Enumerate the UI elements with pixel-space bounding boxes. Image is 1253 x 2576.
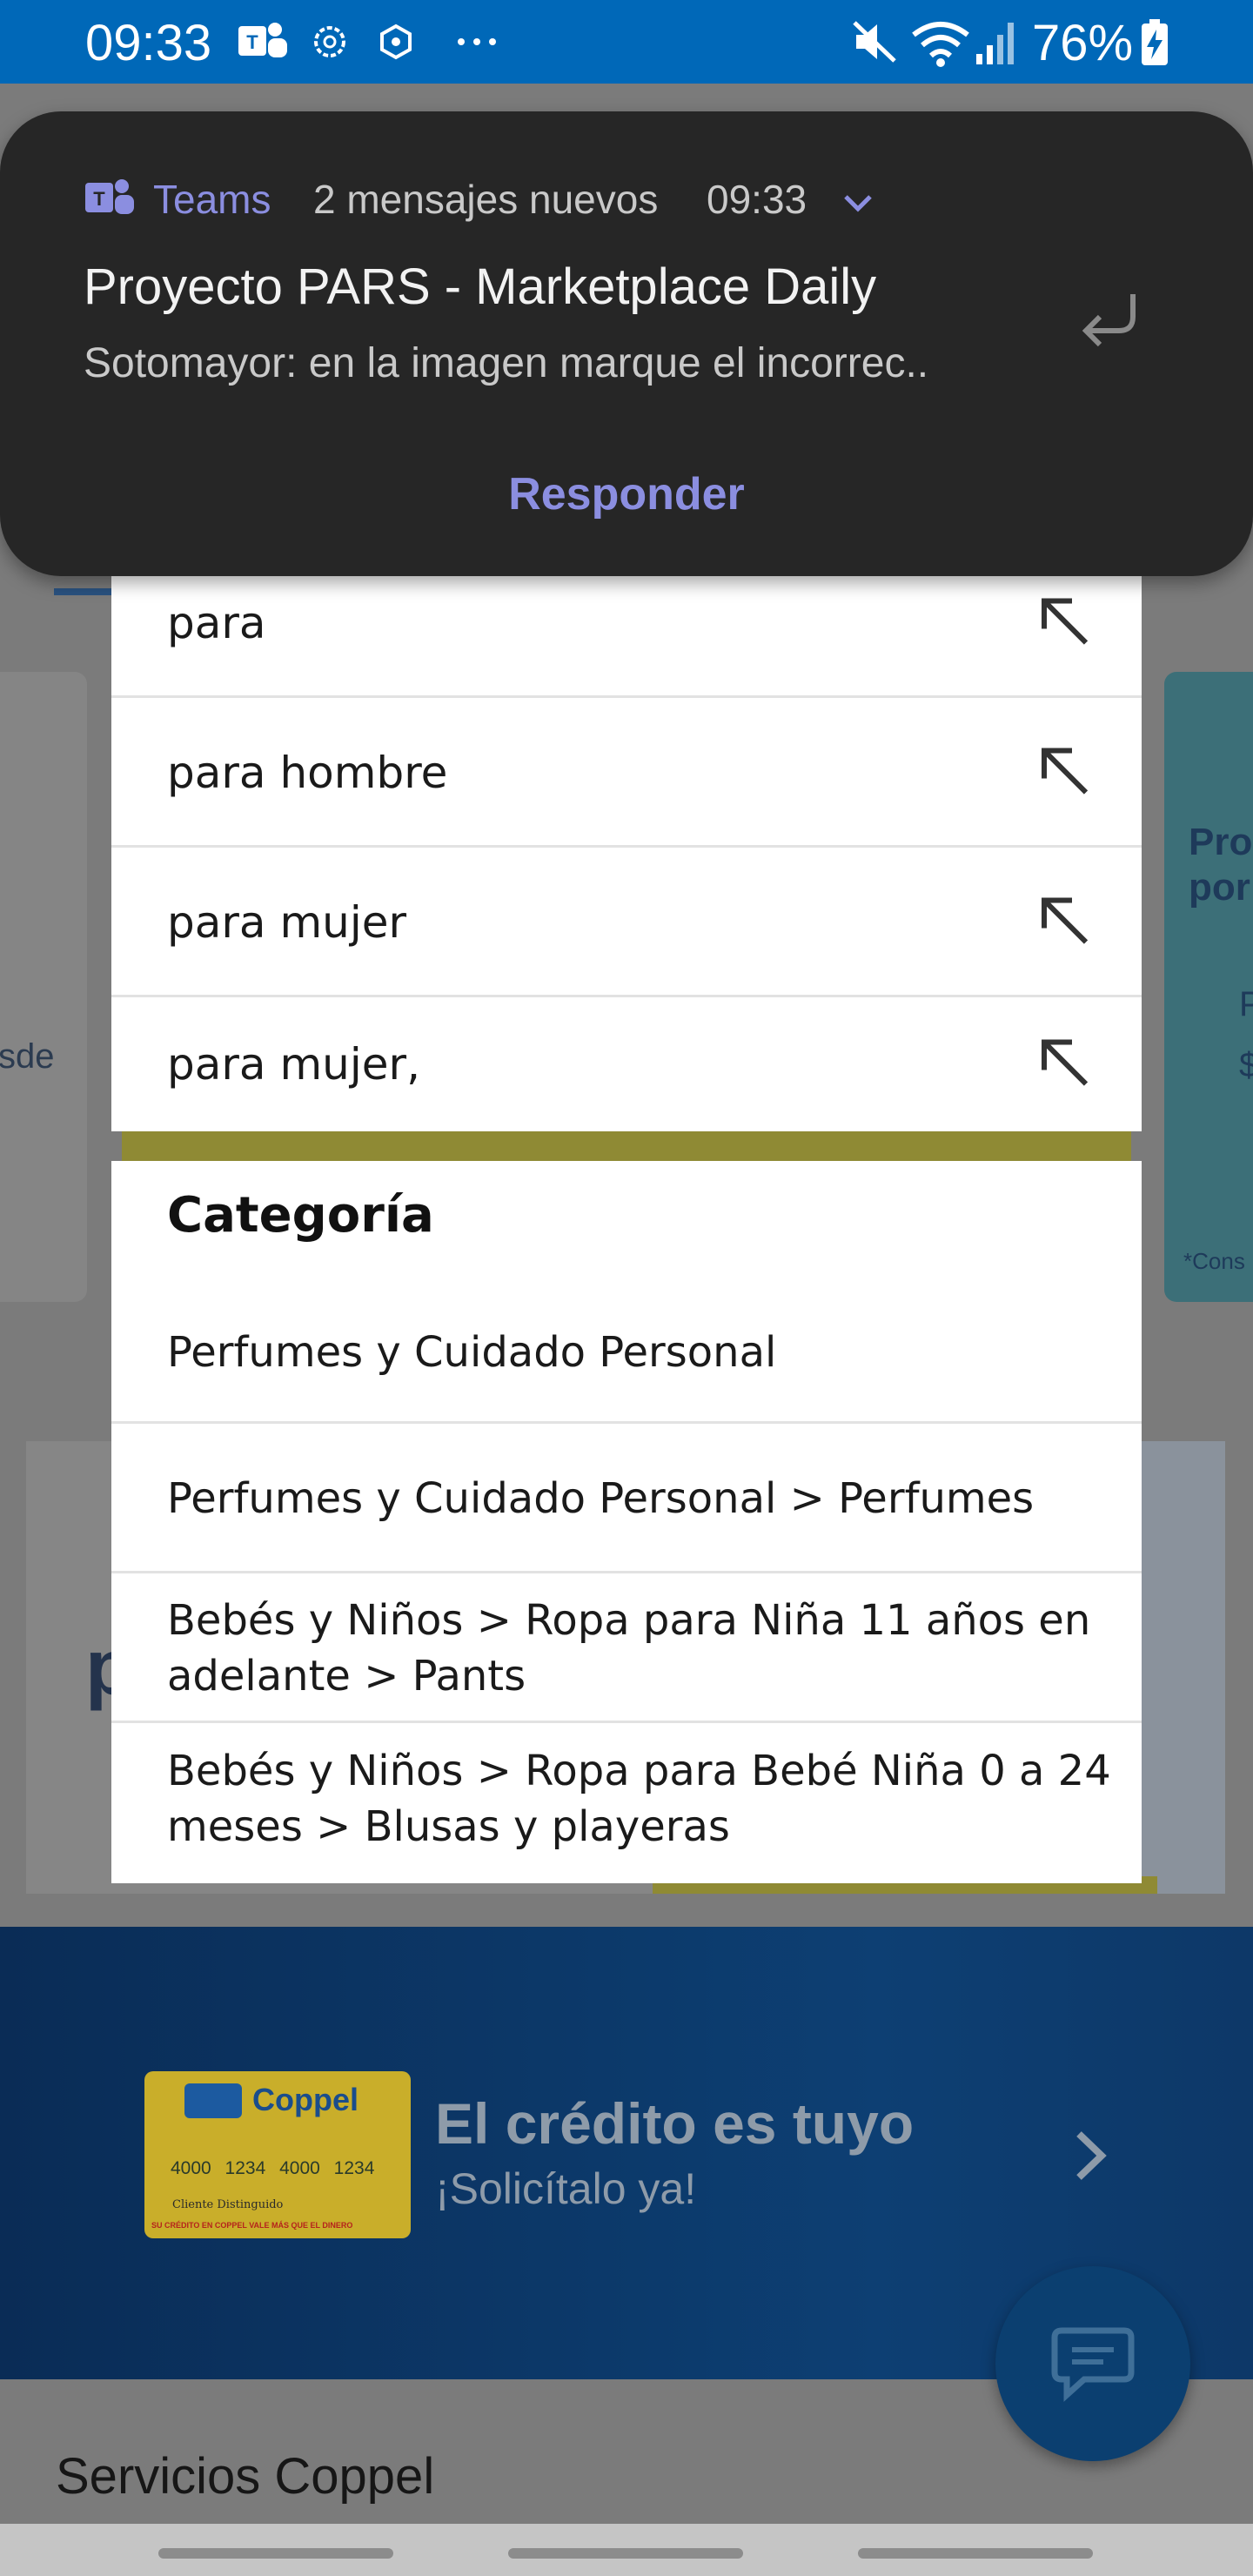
- category-item[interactable]: Perfumes y Cuidado Personal > Perfumes: [111, 1426, 1142, 1573]
- promo-card-left[interactable]: sde: [0, 672, 87, 1302]
- servicios-section-title: Servicios Coppel: [56, 2448, 435, 2505]
- suggestion-label: para mujer: [167, 896, 407, 948]
- category-suggestions-panel: Categoría Perfumes y Cuidado Personal Pe…: [111, 1161, 1142, 1883]
- chat-button[interactable]: [995, 2266, 1190, 2461]
- settings-gear-icon: [310, 19, 350, 69]
- card-holder: Cliente Distinguido: [172, 2198, 284, 2211]
- teams-icon: T: [84, 176, 136, 224]
- notification-app-name: Teams: [153, 177, 271, 222]
- notification-title: Proyecto PARS - Marketplace Daily: [84, 258, 877, 315]
- chevron-down-icon[interactable]: [841, 190, 875, 220]
- more-dots-icon: [452, 19, 505, 69]
- suggestion-label: para hombre: [167, 747, 448, 798]
- promo-card-right[interactable]: Pro por P $ *Cons: [1164, 672, 1253, 1302]
- fill-query-arrow-icon[interactable]: [1034, 590, 1095, 655]
- category-item-label: Bebés y Niños > Ropa para Niña 11 años e…: [167, 1595, 1091, 1701]
- suggestion-item[interactable]: para mujer,: [111, 999, 1142, 1130]
- suggestion-label: para: [167, 597, 266, 648]
- coppel-credit-card-image: Coppel 4000 1234 4000 1234 Cliente Disti…: [144, 2071, 411, 2238]
- promo-card-right-title: Pro por: [1189, 821, 1253, 909]
- wifi-icon: [910, 19, 971, 72]
- svg-text:T: T: [246, 31, 258, 53]
- category-item-label: Perfumes y Cuidado Personal > Perfumes: [167, 1473, 1035, 1523]
- fill-query-arrow-icon[interactable]: [1034, 889, 1095, 955]
- reply-arrow-icon[interactable]: [1075, 285, 1145, 359]
- battery-percentage: 76%: [1032, 15, 1134, 71]
- card-number: 4000 1234 4000 1234: [171, 2158, 375, 2178]
- nav-recents-button[interactable]: [158, 2548, 393, 2559]
- fill-query-arrow-icon[interactable]: [1034, 1032, 1095, 1097]
- nav-home-button[interactable]: [508, 2548, 743, 2559]
- promo-card-right-p: P: [1239, 985, 1253, 1023]
- svg-text:T: T: [93, 188, 105, 210]
- category-item[interactable]: Bebés y Niños > Ropa para Bebé Niña 0 a …: [111, 1725, 1142, 1873]
- category-item-label: Perfumes y Cuidado Personal: [167, 1327, 777, 1377]
- category-heading: Categoría: [167, 1187, 434, 1244]
- card-brand: Coppel: [252, 2082, 358, 2117]
- suggestion-item[interactable]: para mujer: [111, 849, 1142, 997]
- coppel-key-icon: [184, 2083, 242, 2118]
- fill-query-arrow-icon[interactable]: [1034, 740, 1095, 805]
- search-suggestions-panel: para para hombre para mujer para mujer,: [111, 557, 1142, 1131]
- suggestion-item[interactable]: para hombre: [111, 700, 1142, 848]
- category-item[interactable]: Perfumes y Cuidado Personal: [111, 1283, 1142, 1424]
- notification-summary: 2 mensajes nuevos: [313, 177, 659, 222]
- notification-text: Sotomayor: en la imagen marque el incorr…: [84, 340, 929, 386]
- card-footer: SU CRÉDITO EN COPPEL VALE MÁS QUE EL DIN…: [151, 2221, 353, 2230]
- mute-icon: [851, 19, 900, 69]
- nav-back-button[interactable]: [858, 2548, 1093, 2559]
- category-item[interactable]: Bebés y Niños > Ropa para Niña 11 años e…: [111, 1575, 1142, 1723]
- system-nav-bar: [0, 2524, 1253, 2576]
- screen: 09:33 T 76% sde Pro por P $ *Cons p Copp…: [0, 0, 1253, 2576]
- assistant-icon: [376, 19, 416, 69]
- teams-icon: T: [237, 19, 289, 69]
- promo-card-left-text: sde: [0, 1037, 55, 1076]
- chat-bubble-icon: [1051, 2327, 1135, 2402]
- credit-banner-subtitle: ¡Solicítalo ya!: [435, 2164, 697, 2213]
- chevron-right-icon[interactable]: [1069, 2125, 1112, 2190]
- promo-card-right-price: $: [1239, 1046, 1253, 1084]
- notification-time: 09:33: [707, 177, 807, 222]
- credit-banner-title: El crédito es tuyo: [435, 2091, 915, 2156]
- battery-charging-icon: [1140, 19, 1169, 72]
- category-item-label: Bebés y Niños > Ropa para Bebé Niña 0 a …: [167, 1747, 1111, 1851]
- reply-button[interactable]: Responder: [0, 468, 1253, 520]
- signal-icon: [975, 19, 1022, 72]
- status-bar: 09:33 T 76%: [0, 0, 1253, 84]
- promo-card-right-disclaimer: *Cons: [1183, 1248, 1245, 1274]
- teams-notification[interactable]: T Teams 2 mensajes nuevos 09:33 Proyecto…: [0, 111, 1253, 576]
- suggestion-label: para mujer,: [167, 1039, 420, 1090]
- status-time: 09:33: [85, 15, 212, 71]
- banner-yellow-strip: [122, 1126, 1131, 1161]
